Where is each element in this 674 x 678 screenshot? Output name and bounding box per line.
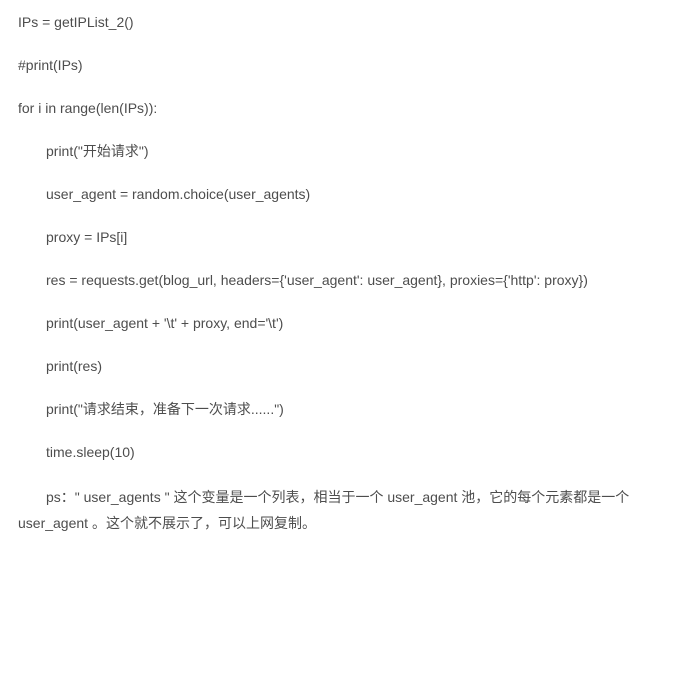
code-line: print("请求结束，准备下一次请求......") <box>18 399 656 420</box>
code-line: time.sleep(10) <box>18 442 656 463</box>
code-line: print("开始请求") <box>18 141 656 162</box>
code-line: for i in range(len(IPs)): <box>18 98 656 119</box>
code-line: print(user_agent + '\t' + proxy, end='\t… <box>18 313 656 334</box>
note-paragraph: ps：" user_agents " 这个变量是一个列表，相当于一个 user_… <box>18 485 656 537</box>
code-line: proxy = IPs[i] <box>18 227 656 248</box>
code-line: #print(IPs) <box>18 55 656 76</box>
code-line: user_agent = random.choice(user_agents) <box>18 184 656 205</box>
code-line: print(res) <box>18 356 656 377</box>
code-block: IPs = getIPList_2() #print(IPs) for i in… <box>18 12 656 463</box>
code-line: res = requests.get(blog_url, headers={'u… <box>18 270 656 291</box>
code-line: IPs = getIPList_2() <box>18 12 656 33</box>
